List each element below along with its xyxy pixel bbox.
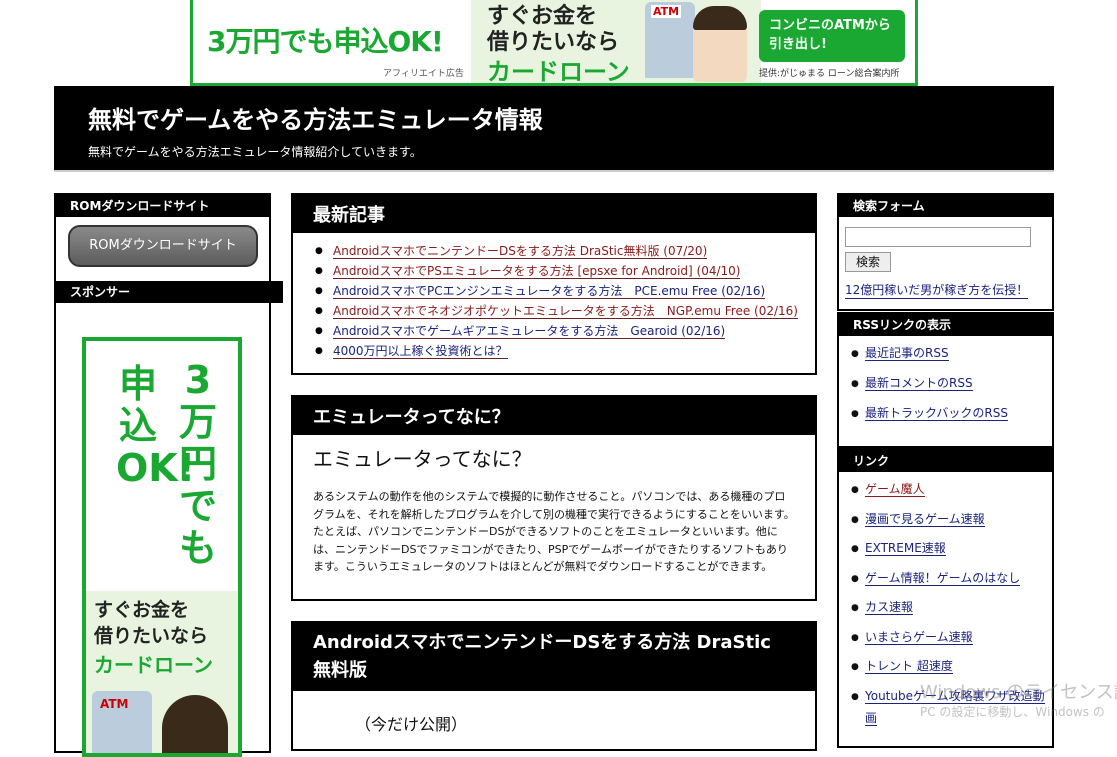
atm-illustration: ATM <box>645 2 695 78</box>
banner-bubble: コンビニのATMから 引き出し! <box>759 10 905 62</box>
atm-label: ATM <box>651 5 682 18</box>
left-sidebar: ROMダウンロードサイト ROMダウンロードサイト スポンサー 3万円でも 申込… <box>54 193 283 757</box>
emu-heading: エミュレータってなに？ <box>293 397 815 435</box>
rss-list: 最近記事のRSS 最新コメントのRSS 最新トラックバックのRSS <box>839 336 1052 432</box>
sponsor-heading: スポンサー <box>56 281 283 303</box>
list-item: いまさらゲーム速報 <box>851 626 1052 656</box>
list-item: Androidスマホでネオジオポケットエミュレータをする方法 NGP.emu F… <box>315 301 815 321</box>
list-item: カス速報 <box>851 596 1052 626</box>
list-item: EXTREME速報 <box>851 537 1052 567</box>
link-item[interactable]: EXTREME速報 <box>865 541 946 556</box>
banner-left: 3万円でも申込OK! アフィリエイト広告 <box>193 0 471 83</box>
list-item: 最近記事のRSS <box>851 342 1052 372</box>
atm-illustration: ATM <box>92 691 152 753</box>
list-item: AndroidスマホでPCエンジンエミュレータをする方法 PCE.emu Fre… <box>315 281 815 301</box>
search-input[interactable] <box>845 227 1031 247</box>
businessman-illustration <box>162 695 228 753</box>
search-panel: 検索フォーム 検索 12億円稼いだ男が稼ぎ方を伝授！ <box>837 193 1054 311</box>
rss-link[interactable]: 最新コメントのRSS <box>865 376 973 391</box>
banner-line3: カードローン <box>487 58 630 86</box>
recent-link[interactable]: AndroidスマホでニンテンドーDSをする方法 DraStic無料版 (07/… <box>333 244 708 259</box>
rss-heading: RSSリンクの表示 <box>839 314 1052 336</box>
recent-list: AndroidスマホでニンテンドーDSをする方法 DraStic無料版 (07/… <box>293 241 815 361</box>
rss-panel: RSSリンクの表示 最近記事のRSS 最新コメントのRSS 最新トラックバックの… <box>837 312 1054 448</box>
banner-headline: 3万円でも申込OK! <box>207 25 444 58</box>
recent-link[interactable]: 4000万円以上稼ぐ投資術とは？ <box>333 344 508 359</box>
rss-link[interactable]: 最新トラックバックのRSS <box>865 406 1008 421</box>
ad-line2: 借りたいなら <box>94 625 209 647</box>
recent-link[interactable]: Androidスマホでゲームギアエミュレータをする方法 Gearoid (02/… <box>333 324 726 339</box>
banner-line1: すぐお金を <box>487 4 598 29</box>
link-item[interactable]: いまさらゲーム速報 <box>865 629 973 645</box>
link-item[interactable]: ゲーム魔人 <box>865 482 925 497</box>
bubble-line2: 引き出し! <box>769 37 827 52</box>
rom-download-button[interactable]: ROMダウンロードサイト <box>68 225 258 267</box>
link-item[interactable]: 漫画で見るゲーム速報 <box>865 511 985 527</box>
list-item: 4000万円以上稼ぐ投資術とは？ <box>315 341 815 361</box>
site-header: 無料でゲームをやる方法エミュレータ情報 無料でゲームをやる方法エミュレータ情報紹… <box>54 86 1054 172</box>
banner-provider: 提供:がじゅまる ローン総合案内所 <box>759 69 900 79</box>
list-item: ゲーム魔人 <box>851 478 1052 508</box>
activation-watermark: Windows のライセンス認 <box>920 682 1117 703</box>
recent-link[interactable]: AndroidスマホでPSエミュレータをする方法 [epsxe for Andr… <box>333 264 741 279</box>
activation-watermark-sub: PC の設定に移動し、Windows の <box>920 705 1105 719</box>
list-item: AndroidスマホでニンテンドーDSをする方法 DraStic無料版 (07/… <box>315 241 815 261</box>
search-button[interactable]: 検索 <box>845 252 891 272</box>
bubble-line1: コンビニのATMから <box>769 18 891 33</box>
ad-atm-label: ATM <box>100 697 129 711</box>
post-excerpt: （今だけ公開） <box>355 715 468 734</box>
promo-link[interactable]: 12億円稼いだ男が稼ぎ方を伝授！ <box>845 281 1029 299</box>
search-heading: 検索フォーム <box>839 195 1052 217</box>
ad-col2: 申込OK! <box>116 362 196 490</box>
link-item[interactable]: ゲーム情報！ゲームのはなし <box>865 570 1021 586</box>
ad-line1: すぐお金を <box>94 599 190 621</box>
list-item: ゲーム情報！ゲームのはなし <box>851 567 1052 597</box>
site-subtitle: 無料でゲームをやる方法エミュレータ情報紹介していきます。 <box>88 145 422 159</box>
recent-heading: 最新記事 <box>293 195 815 233</box>
affiliate-note: アフィリエイト広告 <box>383 69 464 79</box>
list-item: AndroidスマホでPSエミュレータをする方法 [epsxe for Andr… <box>315 261 815 281</box>
site-title[interactable]: 無料でゲームをやる方法エミュレータ情報 <box>88 100 543 135</box>
emu-body: あるシステムの動作を他のシステムで模擬的に動作させること。パソコンでは、ある機種… <box>313 490 795 573</box>
rss-link[interactable]: 最近記事のRSS <box>865 346 949 361</box>
top-ad-banner[interactable]: 3万円でも申込OK! アフィリエイト広告 すぐお金を 借りたいなら カードローン… <box>190 0 918 86</box>
recent-posts-panel: 最新記事 AndroidスマホでニンテンドーDSをする方法 DraStic無料版… <box>291 193 817 375</box>
businessman-illustration <box>693 6 747 82</box>
side-ad-banner[interactable]: 3万円でも 申込OK! すぐお金を 借りたいなら カードローン ATM <box>82 337 242 757</box>
ad-lower: すぐお金を 借りたいなら カードローン ATM <box>86 591 238 753</box>
recent-link[interactable]: AndroidスマホでPCエンジンエミュレータをする方法 PCE.emu Fre… <box>333 284 766 299</box>
links-heading: リンク <box>839 450 1052 472</box>
emu-subheading: エミュレータってなに？ <box>313 447 532 471</box>
post-title[interactable]: AndroidスマホでニンテンドーDSをする方法 DraStic 無料版 <box>293 623 815 691</box>
list-item: 最新コメントのRSS <box>851 372 1052 402</box>
post-article: AndroidスマホでニンテンドーDSをする方法 DraStic 無料版 （今だ… <box>291 621 817 751</box>
rom-heading: ROMダウンロードサイト <box>56 195 269 217</box>
list-item: Androidスマホでゲームギアエミュレータをする方法 Gearoid (02/… <box>315 321 815 341</box>
link-item[interactable]: トレント 超速度 <box>865 659 953 674</box>
banner-middle: すぐお金を 借りたいなら カードローン ATM <box>471 0 761 86</box>
banner-text: すぐお金を 借りたいなら <box>487 4 619 56</box>
ad-text: すぐお金を 借りたいなら <box>94 597 208 649</box>
link-item[interactable]: カス速報 <box>865 600 914 615</box>
recent-link[interactable]: Androidスマホでネオジオポケットエミュレータをする方法 NGP.emu F… <box>333 304 798 319</box>
list-item: 最新トラックバックのRSS <box>851 402 1052 432</box>
emulator-article: エミュレータってなに？ エミュレータってなに？ あるシステムの動作を他のシステム… <box>291 395 817 601</box>
list-item: 漫画で見るゲーム速報 <box>851 508 1052 538</box>
ad-line3: カードローン <box>94 653 213 677</box>
